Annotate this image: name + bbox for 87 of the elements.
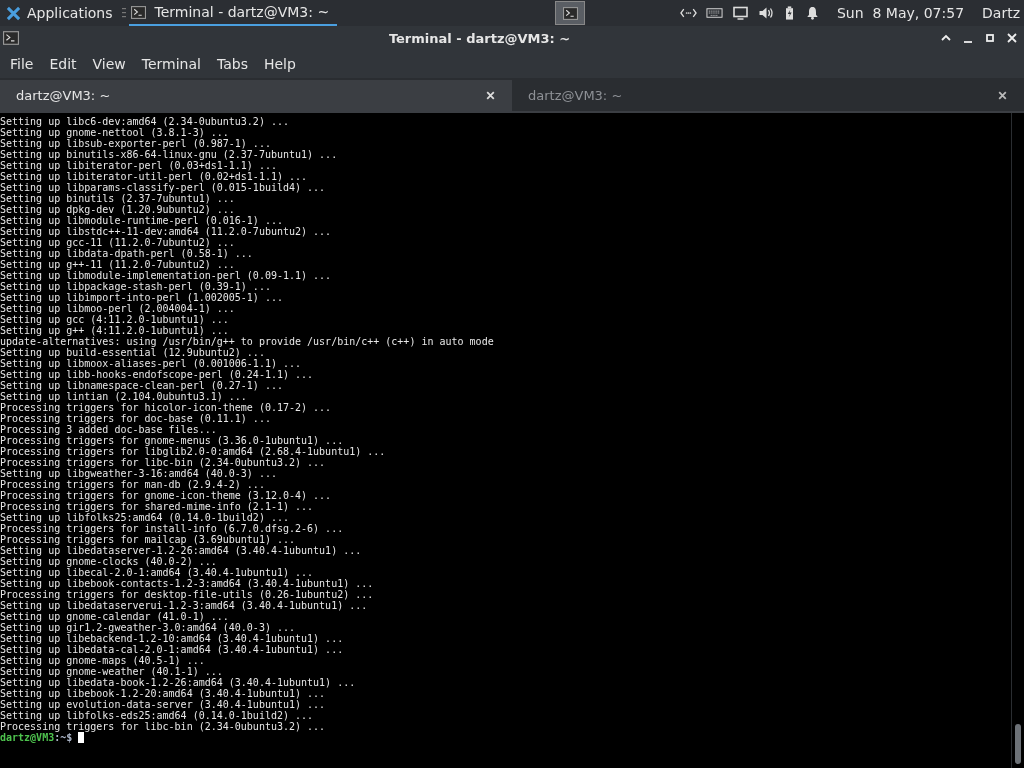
terminal-line: Processing triggers for gnome-menus (3.36.0-1ubuntu1) ... (0, 435, 344, 446)
terminal-line: Processing triggers for libc-bin (2.34-0ubuntu3.2) ... (0, 457, 327, 468)
terminal-line: Setting up g++ (4:11.2.0-1ubuntu1) ... (0, 325, 229, 336)
terminal-line: Setting up libparams-classify-perl (0.015-1build4) ... (0, 182, 327, 193)
terminal-line: Processing triggers for desktop-file-utils (0.26-1ubuntu2) ... (0, 589, 375, 600)
terminal-line: Setting up libedataserver-1.2-26:amd64 (3.40.4-1ubuntu1) ... (0, 545, 363, 556)
terminal-line: Setting up libc6-dev:amd64 (2.34-0ubuntu3.2) ... (0, 116, 290, 127)
text-cursor (78, 732, 85, 743)
terminal-icon (130, 5, 146, 19)
terminal-line: Processing triggers for libglib2.0-0:amd64 (2.68.4-1ubuntu1) ... (0, 446, 387, 457)
terminal-line: Setting up libmoo-perl (2.004004-1) ... (0, 303, 236, 314)
drag-handle-icon (121, 7, 126, 19)
terminal-line: Setting up libiterator-perl (0.03+ds1-1.1) ... (0, 160, 277, 171)
terminal-line: Setting up gir1.2-gweather-3.0:amd64 (40.0-3) ... (0, 622, 295, 633)
terminal-line: Setting up g++-11 (11.2.0-7ubuntu2) ... (0, 259, 235, 270)
network-icon[interactable] (679, 6, 697, 20)
menu-item[interactable]: Tabs (210, 56, 254, 72)
terminal-line: Processing triggers for shared-mime-info (2.1-1) ... (0, 501, 315, 512)
terminal-line: Setting up libiterator-util-perl (0.02+ds1-1.1) ... (0, 171, 309, 182)
terminal-line: Setting up binutils-x86-64-linux-gnu (2.37-7ubuntu1) ... (0, 149, 339, 160)
terminal-line: Setting up gnome-clocks (40.0-2) ... (0, 556, 217, 567)
keyboard-icon[interactable] (705, 6, 723, 20)
scrollbar-thumb[interactable] (1015, 724, 1021, 764)
scrollbar[interactable] (1011, 113, 1024, 768)
x-logo-icon (6, 5, 21, 21)
prompt-user: dartz@VM3 (0, 732, 55, 743)
menu-item[interactable]: View (86, 56, 132, 72)
terminal-line: Setting up libedataserverui-1.2-3:amd64 (3.40.4-1ubuntu1) ... (0, 600, 369, 611)
terminal-line: Setting up evolution-data-server (3.40.4-1ubuntu1) ... (0, 699, 327, 710)
terminal-line: Processing triggers for doc-base (0.11.1) ... (0, 413, 272, 424)
terminal-line: Processing triggers for libc-bin (2.34-0ubuntu3.2) ... (0, 721, 327, 732)
terminal-line: Setting up libgweather-3-16:amd64 (40.0-3) ... (0, 468, 278, 479)
terminal-line: Setting up gnome-nettool (3.8.1-3) ... (0, 127, 229, 138)
menu-item[interactable]: Terminal (135, 56, 207, 72)
battery-icon[interactable] (783, 6, 795, 20)
close-button[interactable] (1006, 32, 1018, 44)
terminal-line: Setting up gnome-weather (40.1-1) ... (0, 666, 224, 677)
window-title: Terminal - dartz@VM3: ~ (387, 30, 572, 46)
volume-icon[interactable] (757, 6, 775, 20)
terminal-icon (3, 31, 19, 45)
applications-menu[interactable]: Applications (0, 0, 119, 26)
terminal-line: Setting up libfolks-eds25:amd64 (0.14.0-1build2) ... (0, 710, 315, 721)
terminal-line: Setting up libnamespace-clean-perl (0.27-1) ... (0, 380, 284, 391)
terminal-line: Setting up libebook-1.2-20:amd64 (3.40.4-1ubuntu1) ... (0, 688, 327, 699)
close-icon[interactable] (485, 90, 496, 101)
terminal-line: Setting up libimport-into-perl (1.002005-1) ... (0, 292, 284, 303)
terminal-line: Setting up libdata-dpath-perl (0.58-1) ... (0, 248, 254, 259)
user-menu[interactable]: Dartz (982, 5, 1020, 21)
terminal-line: Setting up libfolks25:amd64 (0.14.0-1build2) ... (0, 512, 289, 523)
tab[interactable]: dartz@VM3: ~ (0, 80, 512, 111)
terminal-line: Setting up libmoox-aliases-perl (0.001006-1.1) ... (0, 358, 303, 369)
terminal-line: Setting up libecal-2.0-1:amd64 (3.40.4-1ubuntu1) ... (0, 567, 314, 578)
terminal-line: Setting up libstdc++-11-dev:amd64 (11.2.0-7ubuntu2) ... (0, 226, 333, 237)
close-icon[interactable] (997, 90, 1008, 101)
terminal-line: Setting up libpackage-stash-perl (0.39-1) ... (0, 281, 272, 292)
terminal-line: Setting up gcc (4:11.2.0-1ubuntu1) ... (0, 314, 230, 325)
terminal-line: Setting up libb-hooks-endofscope-perl (0.24-1.1) ... (0, 369, 315, 380)
menu-item[interactable]: Edit (43, 56, 83, 72)
terminal-icon (562, 6, 578, 20)
menu-item[interactable]: File (4, 56, 40, 72)
terminal-line: Setting up gnome-calendar (41.0-1) ... (0, 611, 229, 622)
terminal-line: Setting up dpkg-dev (1.20.9ubuntu2) ... (0, 204, 235, 215)
terminal-line: Setting up libebook-contacts-1.2-3:amd64 (3.40.4-1ubuntu1) ... (0, 578, 375, 589)
terminal-line: Processing 3 added doc-base files... (0, 424, 218, 435)
prompt-path: :~$ (54, 732, 73, 743)
terminal-line: Processing triggers for mailcap (3.69ubuntu1) ... (0, 534, 295, 545)
terminal-line: Setting up lintian (2.104.0ubuntu3.1) ... (0, 391, 247, 402)
terminal-line: Setting up libmodule-implementation-perl (0.09-1.1) ... (0, 270, 333, 281)
terminal-line: Setting up libsub-exporter-perl (0.987-1) ... (0, 138, 271, 149)
terminal-line: Setting up libedata-book-1.2-26:amd64 (3.40.4-1ubuntu1) ... (0, 677, 357, 688)
terminal-line: Processing triggers for hicolor-icon-theme (0.17-2) ... (0, 402, 333, 413)
terminal-line: Setting up libebackend-1.2-10:amd64 (3.40.4-1ubuntu1) ... (0, 633, 345, 644)
terminal-line: Processing triggers for install-info (6.7.0.dfsg.2-6) ... (0, 523, 345, 534)
maximize-button[interactable] (984, 32, 996, 44)
terminal-line: update-alternatives: using /usr/bin/g++ to provide /usr/bin/c++ (c++) in auto mode (0, 336, 495, 347)
terminal-line: Setting up build-essential (12.9ubuntu2) ... (0, 347, 265, 358)
terminal-line: Setting up gcc-11 (11.2.0-7ubuntu2) ... (0, 237, 236, 248)
display-icon[interactable] (731, 6, 749, 20)
terminal-line: Setting up binutils (2.37-7ubuntu1) ... (0, 193, 236, 204)
terminal-line: Processing triggers for man-db (2.9.4-2) ... (0, 479, 265, 490)
terminal-line: Setting up libedata-cal-2.0-1:amd64 (3.40.4-1ubuntu1) ... (0, 644, 345, 655)
workspace-button[interactable] (555, 1, 586, 25)
terminal-line: Processing triggers for gnome-icon-theme (3.12.0-4) ... (0, 490, 333, 501)
terminal-line: Setting up gnome-maps (40.5-1) ... (0, 655, 206, 666)
clock[interactable]: Sun 8 May, 07:57 (836, 5, 965, 21)
menu-item[interactable]: Help (257, 56, 302, 72)
terminal-line: Setting up libmodule-runtime-perl (0.016-1) ... (0, 215, 283, 226)
